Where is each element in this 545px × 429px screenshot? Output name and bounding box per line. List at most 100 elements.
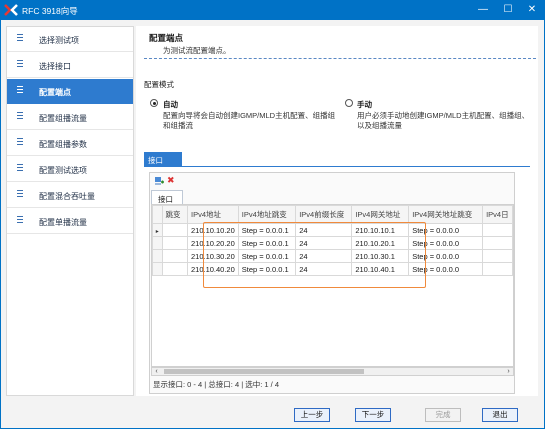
column-header[interactable]: IPv4日: [482, 205, 513, 224]
scroll-right-icon[interactable]: ›: [504, 368, 513, 376]
wizard-sidebar: 选择测试项 选择接口 配置端点 配置组播流量 配置组播参数 配置测试选项 配置混…: [6, 26, 134, 396]
horizontal-scrollbar[interactable]: ‹ ›: [151, 367, 514, 376]
main-content: 配置端点 为测试流配置端点。 配置模式 自动 配置向导将会自动创建IGMP/ML…: [136, 26, 538, 396]
table-cell[interactable]: Step = 0.0.0.1: [237, 223, 297, 237]
table-cell[interactable]: 210.10.20.1: [351, 236, 410, 250]
table-cell[interactable]: Step = 0.0.0.1: [237, 249, 297, 263]
table-cell[interactable]: 210.10.30.1: [351, 249, 410, 263]
sidebar-item-configure-endpoints[interactable]: 配置端点: [7, 79, 133, 104]
sidebar-item-label: 配置组播流量: [39, 114, 87, 123]
scrollbar-thumb[interactable]: [164, 369, 364, 374]
column-header[interactable]: IPv4网关地址跳变: [408, 205, 484, 224]
table-cell[interactable]: Step = 0.0.0.1: [237, 262, 297, 276]
grid-status-text: 显示接口: 0 - 4 | 总接口: 4 | 选中: 1 / 4: [153, 380, 280, 389]
close-button[interactable]: ✕: [520, 0, 544, 20]
table-cell[interactable]: [482, 249, 513, 263]
interface-panel: ✖ 接口 跳变 IPv4地址 IPv4地址跳变 IPv4前缀长度 IPv4网关地…: [149, 172, 515, 394]
prev-button[interactable]: 上一步: [294, 408, 330, 422]
table-cell[interactable]: 24: [295, 236, 353, 250]
column-header[interactable]: IPv4前缀长度: [295, 205, 353, 224]
table-row[interactable]: 210.10.40.20 Step = 0.0.0.1 24 210.10.40…: [152, 262, 513, 276]
table-header-row: 跳变 IPv4地址 IPv4地址跳变 IPv4前缀长度 IPv4网关地址 IPv…: [152, 205, 513, 224]
table-cell[interactable]: [161, 249, 188, 263]
list-icon: [17, 112, 23, 120]
sidebar-item-label: 选择测试项: [39, 36, 79, 45]
inner-tab-interface[interactable]: 接口: [151, 190, 183, 205]
table-row[interactable]: 210.10.20.20 Step = 0.0.0.1 24 210.10.20…: [152, 236, 513, 250]
table-cell[interactable]: 24: [295, 249, 353, 263]
table-cell[interactable]: [482, 262, 513, 276]
column-header[interactable]: IPv4地址跳变: [237, 205, 297, 224]
table-cell[interactable]: 210.10.40.20: [186, 262, 239, 276]
sidebar-item-multicast-params[interactable]: 配置组播参数: [7, 131, 133, 156]
finish-button[interactable]: 完成: [425, 408, 461, 422]
tab-divider: [144, 166, 530, 167]
auto-mode-radio[interactable]: [150, 99, 158, 107]
table-cell[interactable]: Step = 0.0.0.0: [408, 249, 484, 263]
table-cell[interactable]: Step = 0.0.0.1: [237, 236, 297, 250]
column-header[interactable]: IPv4网关地址: [351, 205, 410, 224]
sidebar-item-select-test[interactable]: 选择测试项: [7, 27, 133, 52]
manual-mode-desc-line2: 以及组播流量: [357, 121, 402, 130]
sidebar-item-label: 配置单播流量: [39, 218, 87, 227]
sidebar-item-test-options[interactable]: 配置测试选项: [7, 157, 133, 182]
list-icon: [17, 216, 23, 224]
manual-mode-radio[interactable]: [345, 99, 353, 107]
sidebar-item-label: 配置组播参数: [39, 140, 87, 149]
table-row[interactable]: ▸ 210.10.10.20 Step = 0.0.0.1 24 210.10.…: [152, 223, 513, 237]
delete-interface-icon[interactable]: ✖: [167, 175, 175, 186]
row-header[interactable]: [152, 249, 163, 263]
table-cell[interactable]: Step = 0.0.0.0: [408, 262, 484, 276]
column-header[interactable]: IPv4地址: [186, 205, 239, 224]
table-cell[interactable]: [161, 236, 188, 250]
sidebar-item-label: 选择接口: [39, 62, 71, 71]
table-cell[interactable]: 210.10.10.1: [351, 223, 410, 237]
add-interface-icon[interactable]: [154, 176, 164, 186]
exit-button[interactable]: 退出: [482, 408, 518, 422]
title-bar: RFC 3918向导 — ☐ ✕: [0, 0, 545, 20]
table-cell[interactable]: Step = 0.0.0.0: [408, 223, 484, 237]
maximize-button[interactable]: ☐: [496, 0, 520, 20]
tab-interface[interactable]: 接口: [144, 152, 182, 166]
sidebar-item-unicast-traffic[interactable]: 配置单播流量: [7, 209, 133, 234]
table-row[interactable]: 210.10.30.20 Step = 0.0.0.1 24 210.10.30…: [152, 249, 513, 263]
table-cell[interactable]: 210.10.30.20: [186, 249, 239, 263]
table-cell[interactable]: 210.10.20.20: [186, 236, 239, 250]
sidebar-item-label: 配置端点: [39, 88, 71, 97]
table-cell[interactable]: [482, 223, 513, 237]
table-cell[interactable]: [161, 223, 188, 237]
list-icon: [17, 190, 23, 198]
list-icon: [17, 138, 23, 146]
column-header[interactable]: 跳变: [161, 205, 188, 224]
sidebar-item-multicast-traffic[interactable]: 配置组播流量: [7, 105, 133, 130]
app-logo-icon: [4, 4, 18, 16]
interface-grid: 跳变 IPv4地址 IPv4地址跳变 IPv4前缀长度 IPv4网关地址 IPv…: [151, 204, 514, 367]
row-header[interactable]: ▸: [152, 223, 163, 237]
row-header[interactable]: [152, 236, 163, 250]
list-icon: [17, 164, 23, 172]
minimize-button[interactable]: —: [471, 0, 495, 20]
list-icon: [17, 86, 23, 94]
table-cell[interactable]: 210.10.10.20: [186, 223, 239, 237]
table-cell[interactable]: 24: [295, 262, 353, 276]
table-cell[interactable]: Step = 0.0.0.0: [408, 236, 484, 250]
manual-mode-desc-line1: 用户必须手动地创建IGMP/MLD主机配置、组播组、: [357, 111, 530, 120]
page-title: 配置端点: [149, 33, 184, 43]
list-icon: [17, 34, 23, 42]
sidebar-item-select-ports[interactable]: 选择接口: [7, 53, 133, 78]
sidebar-item-label: 配置测试选项: [39, 166, 87, 175]
auto-mode-title: 自动: [163, 100, 178, 109]
table-cell[interactable]: [482, 236, 513, 250]
row-header-corner: [152, 205, 163, 224]
next-button[interactable]: 下一步: [355, 408, 391, 422]
config-mode-label: 配置模式: [144, 80, 174, 89]
scroll-left-icon[interactable]: ‹: [152, 368, 161, 376]
table-cell[interactable]: 24: [295, 223, 353, 237]
sidebar-item-mixed-throughput[interactable]: 配置混合吞吐量: [7, 183, 133, 208]
current-row-marker: ▸: [155, 228, 159, 235]
table-cell[interactable]: 210.10.40.1: [351, 262, 410, 276]
page-subtitle: 为测试流配置端点。: [163, 46, 231, 55]
table-cell[interactable]: [161, 262, 188, 276]
window-title: RFC 3918向导: [22, 6, 78, 16]
row-header[interactable]: [152, 262, 163, 276]
